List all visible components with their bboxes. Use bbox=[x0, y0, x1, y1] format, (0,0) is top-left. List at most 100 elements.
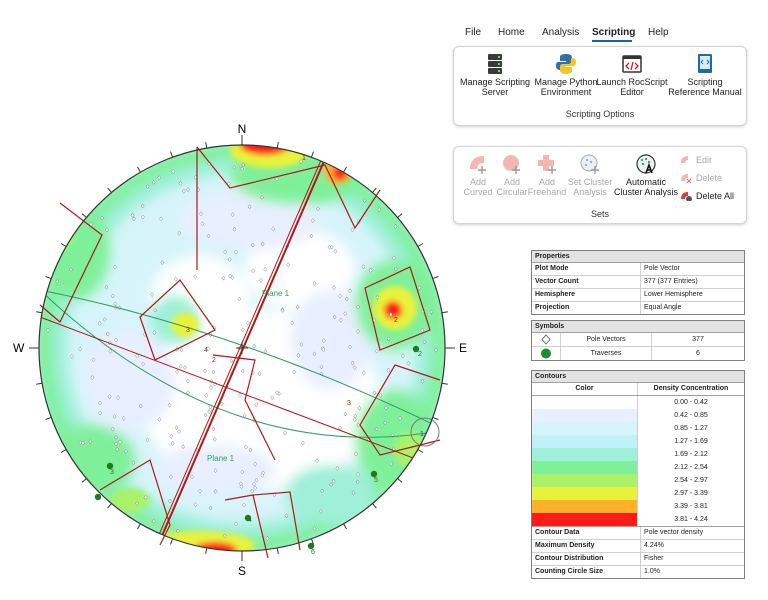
property-value: Equal Angle bbox=[644, 304, 682, 311]
cluster-analysis-icon bbox=[580, 154, 599, 174]
table-row: Maximum Density 4.24% bbox=[532, 540, 744, 553]
azimuth-tick bbox=[432, 276, 439, 280]
contour-value: 1.0% bbox=[644, 568, 660, 575]
group-label-sets: Sets bbox=[590, 209, 609, 219]
legend-range: 2.97 - 3.39 bbox=[674, 490, 708, 497]
legend-swatch bbox=[532, 500, 637, 513]
set-label: 1 bbox=[302, 155, 306, 162]
menu-home[interactable]: Home bbox=[498, 27, 525, 38]
azimuth-tick bbox=[441, 311, 448, 314]
diamond-icon bbox=[541, 334, 551, 345]
delete-button[interactable]: Delete bbox=[680, 171, 740, 185]
plane-label: Plane 1 bbox=[207, 454, 235, 463]
property-key: Plot Mode bbox=[532, 263, 641, 275]
set-label: 2 bbox=[394, 317, 398, 324]
button-label: Launch RocScript bbox=[596, 77, 668, 87]
menu-help[interactable]: Help bbox=[648, 27, 669, 38]
contour-key: Maximum Density bbox=[532, 540, 641, 552]
scripting-reference-manual-button[interactable]: Scripting Reference Manual bbox=[666, 53, 744, 97]
delete-all-label: Delete All bbox=[696, 191, 735, 201]
set-label: 4 bbox=[204, 347, 208, 354]
legend-range: 0.00 - 0.42 bbox=[674, 399, 708, 406]
properties-table: Properties Plot Mode Pole Vector Vector C… bbox=[531, 250, 745, 315]
azimuth-tick bbox=[205, 547, 208, 554]
legend-range: 1.27 - 1.69 bbox=[674, 438, 708, 445]
azimuth-tick bbox=[36, 382, 43, 385]
automatic-cluster-analysis-button[interactable]: Automatic Cluster Analysis bbox=[612, 153, 680, 197]
property-value: 377 (377 Entries) bbox=[644, 278, 698, 285]
contour-value: Fisher bbox=[644, 555, 664, 562]
menu-file[interactable]: File bbox=[465, 27, 481, 38]
add-circular-icon bbox=[503, 155, 520, 174]
add-freehand-icon bbox=[538, 155, 556, 174]
azimuth-tick bbox=[310, 151, 314, 158]
button-label: Set Cluster bbox=[567, 177, 613, 187]
contour-key: Contour Distribution bbox=[532, 553, 641, 565]
legend-swatch bbox=[532, 422, 637, 435]
compass-east: E bbox=[459, 341, 467, 355]
button-label: Freehand bbox=[527, 187, 567, 197]
contour-key: Counting Circle Size bbox=[532, 566, 641, 578]
contour-value: 4.24% bbox=[644, 542, 664, 549]
azimuth-tick bbox=[170, 538, 174, 545]
button-label: Manage Scripting bbox=[459, 77, 531, 87]
table-row: Counting Circle Size 1.0% bbox=[532, 566, 744, 578]
button-label: Editor bbox=[620, 87, 644, 97]
legend-swatch bbox=[532, 513, 637, 526]
azimuth-tick bbox=[205, 142, 208, 149]
edit-button[interactable]: Edit bbox=[680, 153, 740, 167]
button-label: Automatic bbox=[625, 177, 667, 187]
contours-title: Contours bbox=[532, 371, 744, 383]
property-value: Pole Vector bbox=[644, 265, 680, 272]
button-label: Analysis bbox=[573, 187, 607, 197]
legend-ranges: 0.00 - 0.42 0.42 - 0.85 0.85 - 1.27 1.27 - … bbox=[638, 396, 744, 526]
set-label: 3 bbox=[347, 400, 351, 407]
group-label-scripting-options: Scripting Options bbox=[565, 109, 635, 119]
azimuth-tick bbox=[81, 213, 87, 218]
manage-scripting-server-button[interactable]: Manage Scripting Server bbox=[458, 53, 532, 97]
delete-icon bbox=[681, 174, 692, 183]
legend-swatch bbox=[532, 396, 637, 409]
manage-python-environment-button[interactable]: Manage Python Environment bbox=[530, 53, 602, 97]
traverse-label: 3 bbox=[110, 469, 114, 476]
azimuth-tick bbox=[441, 382, 448, 385]
set-cluster-analysis-button[interactable]: Set Cluster Analysis bbox=[564, 153, 616, 197]
table-row: Plot Mode Pole Vector bbox=[532, 263, 744, 276]
contours-table: Contours Color Density Concentration 0.0… bbox=[531, 370, 745, 579]
legend-range: 3.39 - 3.81 bbox=[674, 503, 708, 510]
button-label: Reference Manual bbox=[668, 87, 742, 97]
azimuth-tick bbox=[81, 478, 87, 483]
traverse-label: 4 bbox=[248, 517, 252, 524]
launch-rocscript-editor-button[interactable]: Launch RocScript Editor bbox=[596, 53, 668, 97]
stereonet-plot[interactable]: N S E W Plane 1 Plane 1 1 2 3 4 2 1 3 2 … bbox=[0, 0, 500, 600]
property-key: Vector Count bbox=[532, 276, 641, 288]
button-label: Add bbox=[503, 177, 520, 187]
sets-panel: Add Curved Add Circular Add Freehand Set… bbox=[453, 146, 747, 224]
menu-scripting[interactable]: Scripting bbox=[592, 27, 635, 38]
contour-legend: 0.00 - 0.42 0.42 - 0.85 0.85 - 1.27 1.27 - … bbox=[532, 396, 744, 527]
azimuth-tick bbox=[397, 478, 403, 483]
button-label: Add bbox=[538, 177, 555, 187]
property-value: Lower Hemisphere bbox=[644, 291, 703, 298]
symbol-count: 6 bbox=[696, 350, 700, 357]
azimuth-tick bbox=[107, 503, 112, 509]
azimuth-tick bbox=[372, 187, 377, 193]
azimuth-tick bbox=[45, 416, 52, 420]
auto-cluster-icon bbox=[636, 154, 656, 174]
azimuth-tick bbox=[432, 416, 439, 420]
contours-header-row: Color Density Concentration bbox=[532, 383, 744, 396]
menu-analysis[interactable]: Analysis bbox=[542, 27, 579, 38]
button-label: Manage Python bbox=[534, 77, 598, 87]
manual-icon bbox=[698, 54, 712, 73]
contour-value: Pole vector density bbox=[644, 529, 704, 536]
legend-range: 0.42 - 0.85 bbox=[674, 412, 708, 419]
set-label: 3 bbox=[186, 327, 190, 334]
legend-swatch bbox=[532, 435, 637, 448]
delete-all-button[interactable]: Delete All bbox=[680, 189, 742, 203]
server-icon bbox=[488, 54, 502, 74]
legend-swatch bbox=[532, 409, 637, 422]
add-freehand-button[interactable]: Add Freehand bbox=[526, 153, 568, 197]
delete-label: Delete bbox=[696, 173, 723, 183]
symbol-count: 377 bbox=[692, 336, 704, 343]
legend-range: 2.54 - 2.97 bbox=[674, 477, 708, 484]
